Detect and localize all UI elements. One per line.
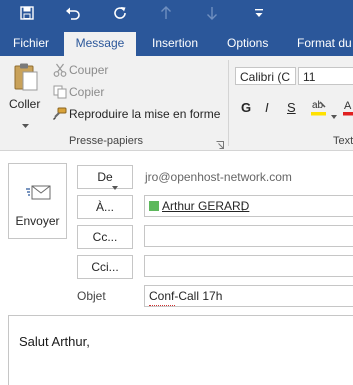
down-arrow-icon[interactable]	[201, 0, 223, 26]
to-separator: ;	[241, 199, 245, 213]
tab-insertion[interactable]: Insertion	[152, 32, 198, 56]
undo-icon[interactable]	[62, 0, 84, 26]
bcc-button[interactable]: Cci...	[77, 255, 133, 279]
tab-options[interactable]: Options	[227, 32, 268, 56]
to-recipient[interactable]: Arthur GERARD	[162, 199, 249, 213]
message-body[interactable]: Salut Arthur,	[8, 315, 353, 385]
tab-message[interactable]: Message	[64, 32, 136, 56]
font-group-label: Text	[333, 135, 353, 147]
underline-button[interactable]: S	[287, 100, 296, 115]
redo-icon[interactable]	[109, 0, 131, 26]
message-compose-area: Envoyer De jro@openhost-network.com À...…	[0, 151, 353, 385]
subject-field[interactable]: Conf-Call 17h	[144, 285, 353, 307]
font-name-combo[interactable]: Calibri (C	[235, 67, 296, 85]
subject-value: Conf-Call 17h	[149, 289, 223, 303]
ribbon-group-separator	[228, 60, 229, 146]
bcc-field[interactable]	[144, 255, 353, 277]
from-address: jro@openhost-network.com	[145, 170, 292, 184]
up-arrow-icon[interactable]	[155, 0, 177, 26]
from-dropdown-icon	[112, 175, 118, 197]
save-icon[interactable]	[16, 0, 38, 26]
clipboard-dialog-launcher-icon[interactable]	[216, 136, 224, 150]
copy-label: Copier	[69, 85, 105, 99]
svg-text:ab: ab	[312, 100, 324, 111]
tab-format[interactable]: Format du	[297, 32, 352, 56]
clipboard-paste-icon	[13, 62, 39, 97]
format-painter-label: Reproduire la mise en forme	[69, 107, 221, 121]
customize-menu-icon[interactable]	[248, 0, 270, 26]
spellcheck-underline	[149, 303, 175, 306]
tab-fichier[interactable]: Fichier	[13, 32, 49, 56]
cut-button[interactable]: Couper	[51, 62, 181, 78]
bold-button[interactable]: G	[241, 100, 251, 115]
body-text: Salut Arthur,	[19, 334, 90, 349]
copy-icon	[53, 85, 67, 104]
cut-label: Couper	[69, 63, 109, 77]
ribbon-tabs: Fichier Message Insertion Options Format…	[0, 32, 353, 56]
paste-label: Coller	[9, 97, 41, 111]
font-size-combo[interactable]: 11	[298, 67, 353, 85]
copy-button[interactable]: Copier	[51, 84, 181, 100]
paste-button[interactable]: Coller	[4, 60, 46, 128]
italic-button[interactable]: I	[265, 100, 269, 115]
svg-text:A: A	[344, 100, 352, 112]
presence-indicator-icon	[149, 201, 159, 211]
highlight-dropdown-icon[interactable]	[331, 106, 337, 124]
paste-dropdown-icon[interactable]	[22, 116, 29, 134]
send-button[interactable]: Envoyer	[8, 163, 67, 239]
send-envelope-icon	[26, 182, 52, 203]
ribbon: Coller Couper Copier Reproduire la mise …	[0, 56, 353, 151]
cc-field[interactable]	[144, 225, 353, 247]
cc-button[interactable]: Cc...	[77, 225, 133, 249]
to-field[interactable]: Arthur GERARD ;	[144, 195, 353, 217]
subject-label: Objet	[77, 289, 106, 303]
to-button[interactable]: À...	[77, 195, 133, 219]
quick-access-toolbar	[0, 0, 353, 32]
from-button[interactable]: De	[77, 165, 133, 190]
highlight-icon[interactable]: ab	[311, 98, 327, 121]
font-color-icon[interactable]: A	[343, 98, 353, 121]
send-label: Envoyer	[15, 214, 60, 228]
scissors-icon	[53, 63, 67, 82]
clipboard-group-label: Presse-papiers	[69, 135, 143, 147]
paintbrush-icon	[52, 107, 67, 126]
format-painter-button[interactable]: Reproduire la mise en forme	[51, 106, 226, 122]
from-button-label: De	[97, 170, 113, 184]
